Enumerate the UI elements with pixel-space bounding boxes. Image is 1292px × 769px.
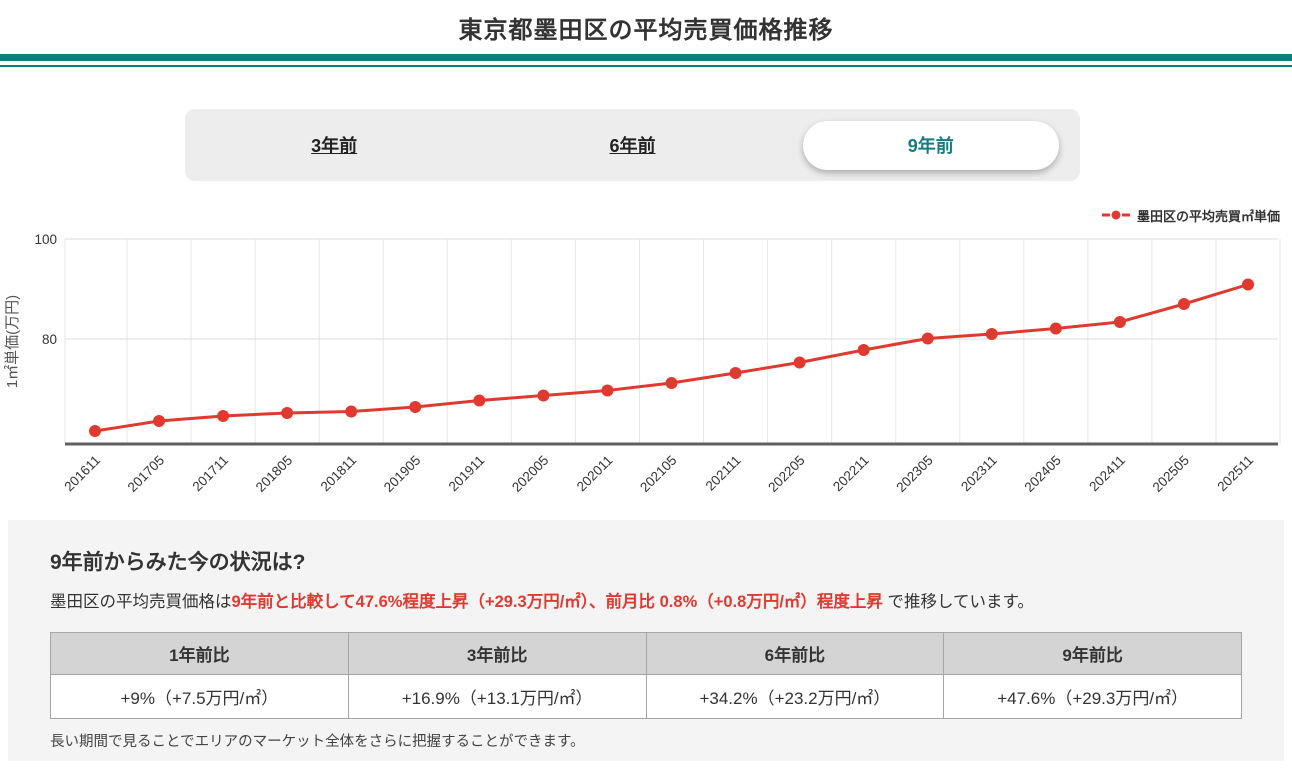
price-chart[interactable]: 801001㎡単価(万円)201611201705201711201805201… xyxy=(0,229,1292,510)
svg-text:201811: 201811 xyxy=(318,453,360,495)
y-axis-labels: 80 100 xyxy=(34,232,57,347)
title-rule-thick xyxy=(0,54,1292,61)
svg-text:202111: 202111 xyxy=(703,453,744,494)
svg-text:202005: 202005 xyxy=(509,453,551,495)
tab-3years[interactable]: 3年前 xyxy=(185,109,483,181)
data-point[interactable] xyxy=(730,367,742,379)
svg-text:201905: 201905 xyxy=(381,453,423,495)
page: 東京都墨田区の平均売買価格推移 3年前 6年前 9年前 墨田区の平均売買㎡単価 … xyxy=(0,0,1292,769)
data-point[interactable] xyxy=(601,385,613,397)
summary-note: 長い期間で見ることでエリアのマーケット全体をさらに把握することができます。 xyxy=(50,730,1242,751)
data-point[interactable] xyxy=(1050,323,1062,335)
svg-text:202405: 202405 xyxy=(1021,453,1063,495)
header-9year: 9年前比 xyxy=(944,633,1242,675)
svg-text:202411: 202411 xyxy=(1086,453,1128,495)
data-point[interactable] xyxy=(1114,316,1126,328)
data-point[interactable] xyxy=(409,401,421,413)
tab-6years[interactable]: 6年前 xyxy=(483,109,781,181)
period-tab-bar: 3年前 6年前 9年前 xyxy=(185,109,1080,181)
svg-text:201705: 201705 xyxy=(125,453,167,495)
data-point[interactable] xyxy=(1178,298,1190,310)
value-9year: +47.6%（+29.3万円/㎡） xyxy=(944,675,1242,719)
data-point[interactable] xyxy=(986,328,998,340)
x-axis-labels: 201611 201705 201711 201805 201811 201905 2019… xyxy=(61,453,1256,495)
title-rule-thin xyxy=(0,65,1292,67)
data-point[interactable] xyxy=(537,390,549,402)
svg-text:201911: 201911 xyxy=(446,453,488,495)
summary-lead-highlight: 9年前と比較して47.6%程度上昇（+29.3万円/㎡）、前月比 0.8%（+0… xyxy=(232,593,883,611)
data-point[interactable] xyxy=(153,415,165,427)
svg-text:80: 80 xyxy=(42,332,57,347)
tab-3years-label: 3年前 xyxy=(311,132,357,158)
summary-lead-plain: 墨田区の平均売買価格は xyxy=(50,593,232,611)
comparison-table: 1年前比 3年前比 6年前比 9年前比 +9%（+7.5万円/㎡） +16.9%… xyxy=(50,632,1242,719)
price-line xyxy=(95,285,1248,432)
svg-text:201805: 201805 xyxy=(253,453,295,495)
svg-text:100: 100 xyxy=(34,232,57,247)
svg-text:202205: 202205 xyxy=(765,453,807,495)
tab-9years[interactable]: 9年前 xyxy=(782,109,1080,181)
tab-9years-label: 9年前 xyxy=(908,132,954,158)
summary-panel: 9年前からみた今の状況は? 墨田区の平均売買価格は9年前と比較して47.6%程度… xyxy=(8,520,1284,761)
data-point[interactable] xyxy=(794,357,806,369)
data-point[interactable] xyxy=(473,395,485,407)
tab-6years-label: 6年前 xyxy=(609,132,655,158)
y-axis-title: 1㎡単価(万円) xyxy=(4,295,21,388)
data-point[interactable] xyxy=(89,425,101,437)
data-point[interactable] xyxy=(345,406,357,418)
comparison-header-row: 1年前比 3年前比 6年前比 9年前比 xyxy=(51,633,1242,675)
svg-text:202311: 202311 xyxy=(958,453,1000,495)
price-chart-svg[interactable]: 801001㎡単価(万円)201611201705201711201805201… xyxy=(0,229,1292,505)
svg-text:202011: 202011 xyxy=(574,453,616,495)
chart-legend: 墨田区の平均売買㎡単価 xyxy=(0,205,1280,225)
header-3year: 3年前比 xyxy=(348,633,646,675)
legend-label: 墨田区の平均売買㎡単価 xyxy=(1137,206,1280,225)
summary-lead: 墨田区の平均売買価格は9年前と比較して47.6%程度上昇（+29.3万円/㎡）、… xyxy=(50,588,1242,612)
value-3year: +16.9%（+13.1万円/㎡） xyxy=(348,675,646,719)
data-point[interactable] xyxy=(1242,279,1254,291)
summary-heading: 9年前からみた今の状況は? xyxy=(50,546,1242,576)
data-point[interactable] xyxy=(281,407,293,419)
data-point[interactable] xyxy=(217,410,229,422)
data-point[interactable] xyxy=(858,344,870,356)
header-1year: 1年前比 xyxy=(51,633,349,675)
tab-9years-pill: 9年前 xyxy=(803,121,1059,170)
comparison-value-row: +9%（+7.5万円/㎡） +16.9%（+13.1万円/㎡） +34.2%（+… xyxy=(51,675,1242,719)
svg-text:202105: 202105 xyxy=(637,453,679,495)
svg-text:202211: 202211 xyxy=(830,453,872,495)
svg-text:201611: 201611 xyxy=(61,453,103,495)
svg-text:201711: 201711 xyxy=(189,453,231,495)
data-point[interactable] xyxy=(922,333,934,345)
svg-text:202511: 202511 xyxy=(1214,453,1256,495)
value-6year: +34.2%（+23.2万円/㎡） xyxy=(646,675,944,719)
page-title: 東京都墨田区の平均売買価格推移 xyxy=(0,10,1292,45)
page-header: 東京都墨田区の平均売買価格推移 xyxy=(0,0,1292,67)
gridlines xyxy=(65,239,1280,444)
svg-text:202505: 202505 xyxy=(1150,453,1192,495)
legend-line-dot-icon xyxy=(1102,209,1130,221)
svg-text:202305: 202305 xyxy=(893,453,935,495)
data-point[interactable] xyxy=(666,377,678,389)
value-1year: +9%（+7.5万円/㎡） xyxy=(51,675,349,719)
header-6year: 6年前比 xyxy=(646,633,944,675)
summary-lead-tail: で推移しています。 xyxy=(883,593,1034,611)
